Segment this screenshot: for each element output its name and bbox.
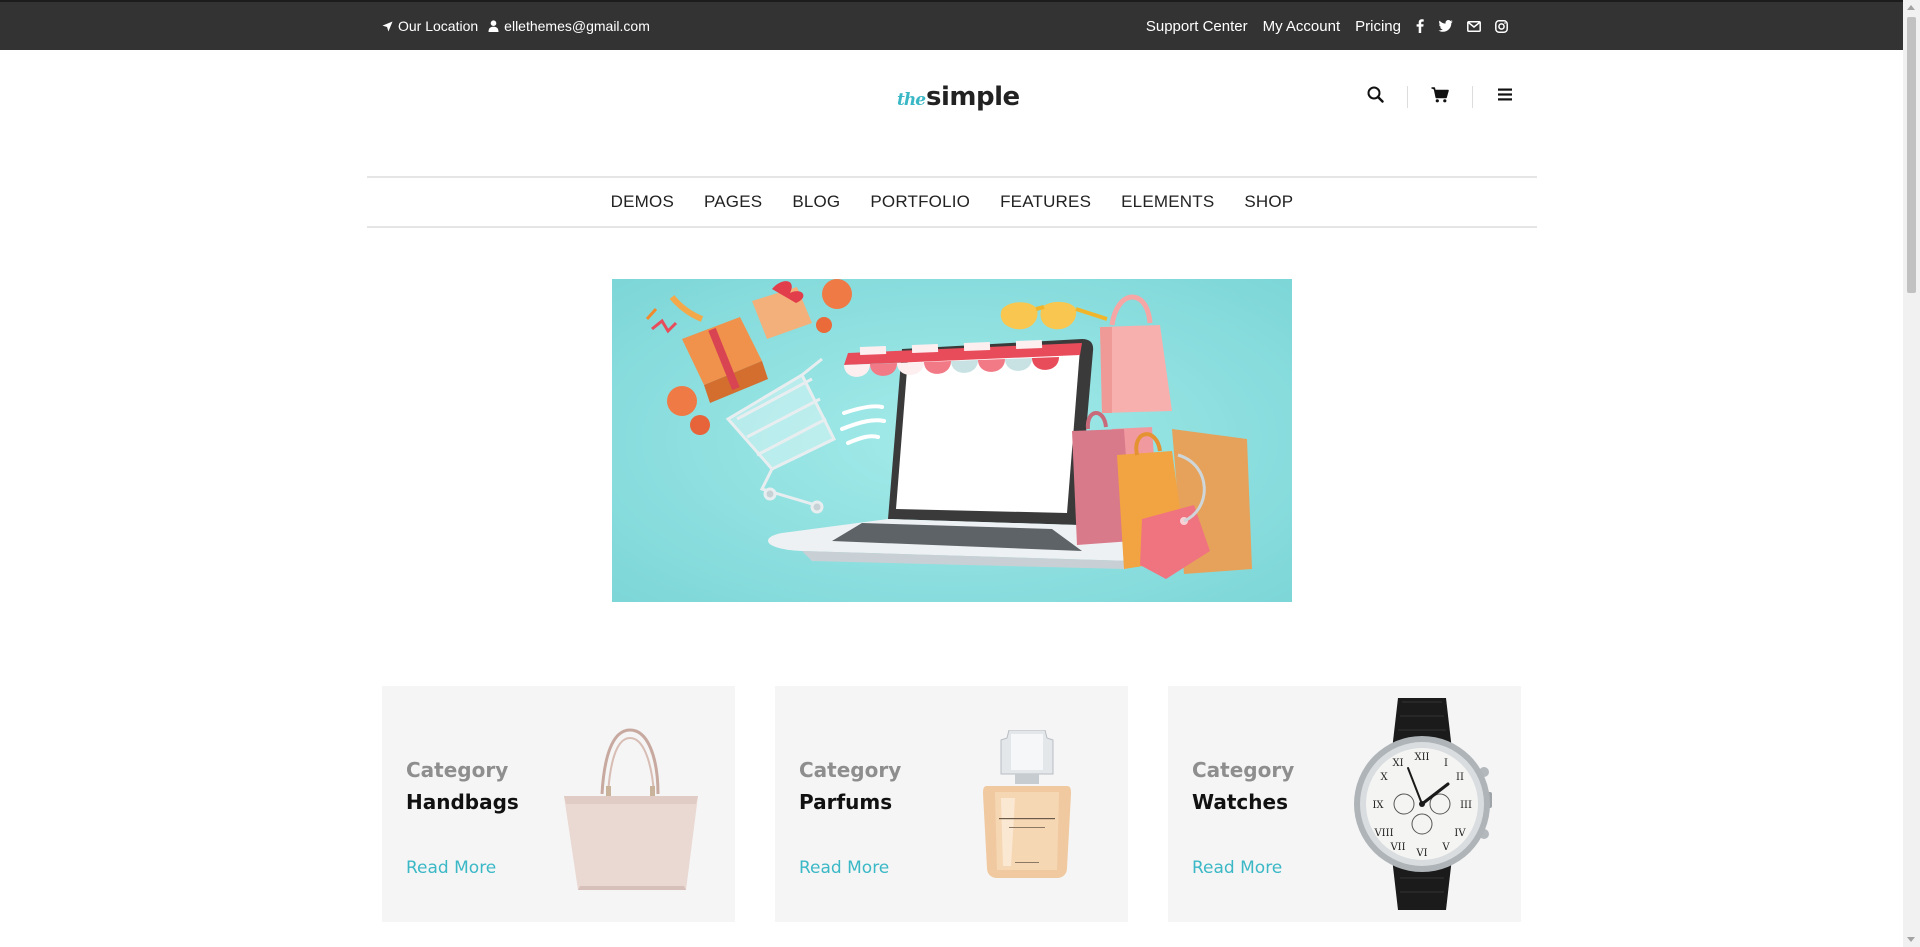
my-account-link[interactable]: My Account [1263,18,1341,35]
svg-text:VII: VII [1389,842,1405,853]
nav-features[interactable]: FEATURES [985,192,1106,212]
location-label: Our Location [398,18,479,34]
category-cards: Category Handbags Read More Category Par… [382,686,1522,922]
email-label: ellethemes@gmail.com [504,18,650,34]
instagram-icon[interactable] [1495,19,1508,33]
user-icon [488,20,499,32]
category-card-watches[interactable]: Category Watches Read More XII III VI IX… [1168,686,1521,922]
svg-text:VI: VI [1415,848,1427,859]
nav-demos[interactable]: DEMOS [596,192,689,212]
nav-blog[interactable]: BLOG [777,192,855,212]
logo-name: simple [926,82,1020,112]
svg-text:III: III [1460,800,1472,811]
menu-icon [1498,88,1512,106]
cart-icon [1431,86,1449,108]
location-link[interactable]: Our Location [382,18,478,34]
svg-text:V: V [1441,842,1450,853]
top-bar-links: Support Center My Account Pricing [1146,2,1508,50]
support-center-link[interactable]: Support Center [1146,18,1248,35]
pricing-link[interactable]: Pricing [1355,18,1401,35]
site-logo[interactable]: the simple [897,82,1020,118]
category-card-handbags[interactable]: Category Handbags Read More [382,686,735,922]
svg-text:I: I [1444,758,1448,769]
search-button[interactable] [1360,82,1390,112]
email-link[interactable]: ellethemes@gmail.com [488,18,650,34]
svg-text:XI: XI [1392,758,1403,769]
handbag-image [564,728,698,890]
category-name: Parfums [799,790,893,814]
category-name: Watches [1192,790,1288,814]
search-icon [1367,86,1384,108]
svg-text:IX: IX [1372,800,1384,811]
nav-portfolio[interactable]: PORTFOLIO [855,192,985,212]
category-label: Category [406,758,509,782]
mail-icon[interactable] [1467,20,1481,32]
location-arrow-icon [382,20,393,32]
svg-text:X: X [1380,772,1388,783]
scroll-down-icon[interactable] [1907,937,1915,942]
facebook-icon[interactable] [1416,19,1424,33]
social-links [1416,19,1508,33]
category-label: Category [1192,758,1295,782]
page-scrollbar[interactable] [1903,0,1920,947]
scroll-up-icon[interactable] [1907,5,1915,10]
menu-button[interactable] [1490,82,1520,112]
header-divider [1407,86,1408,108]
svg-text:VIII: VIII [1373,828,1393,839]
cart-button[interactable] [1425,82,1455,112]
nav-elements[interactable]: ELEMENTS [1106,192,1229,212]
category-name: Handbags [406,790,519,814]
svg-text:II: II [1456,772,1464,783]
read-more-link[interactable]: Read More [1192,858,1282,878]
svg-text:IV: IV [1454,828,1466,839]
twitter-icon[interactable] [1438,20,1453,32]
online-shopping-illustration [612,279,1292,602]
read-more-link[interactable]: Read More [799,858,889,878]
scrollbar-thumb[interactable] [1907,17,1916,293]
main-navigation: DEMOS PAGES BLOG PORTFOLIO FEATURES ELEM… [367,176,1537,228]
hero-banner [612,279,1292,602]
nav-pages[interactable]: PAGES [689,192,777,212]
perfume-bottle-image [983,730,1071,878]
header-divider [1472,86,1473,108]
header-actions [1360,82,1520,112]
logo-prefix: the [897,90,926,110]
category-label: Category [799,758,902,782]
read-more-link[interactable]: Read More [406,858,496,878]
svg-text:XII: XII [1414,752,1429,763]
top-bar: Our Location ellethemes@gmail.com Suppor… [0,0,1903,50]
top-bar-contact: Our Location ellethemes@gmail.com [382,2,650,50]
nav-shop[interactable]: SHOP [1229,192,1308,212]
category-card-parfums[interactable]: Category Parfums Read More [775,686,1128,922]
wrist-watch-image: XII III VI IX I II IV V VII VIII X XI [1354,698,1492,910]
